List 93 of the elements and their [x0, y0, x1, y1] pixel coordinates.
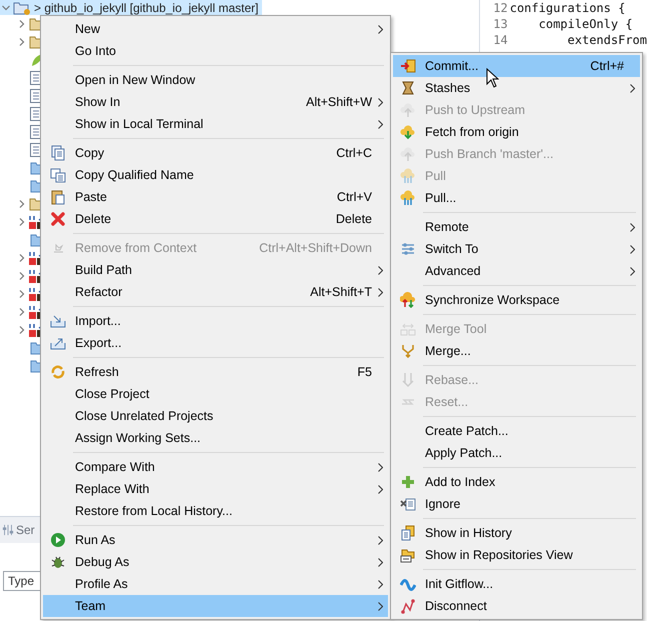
commit-icon [400, 58, 416, 74]
chevron-icon[interactable] [18, 272, 26, 280]
menu-item[interactable]: Merge... [393, 340, 640, 362]
menu-item[interactable]: Init Gitflow... [393, 573, 640, 595]
code-line: compileOnly { [538, 17, 633, 33]
clipboard-icon [50, 189, 66, 205]
menu-item[interactable]: Open in New Window [43, 69, 388, 91]
folder-icon [13, 0, 31, 14]
merge-tool-icon [400, 321, 416, 337]
menu-item[interactable]: Switch To [393, 238, 640, 260]
menu-item[interactable]: Copy Qualified Name [43, 164, 388, 186]
disconnect-icon [400, 598, 416, 614]
menu-item[interactable]: Export... [43, 332, 388, 354]
menu-item[interactable]: Fetch from origin [393, 121, 640, 143]
chevron-icon[interactable] [18, 254, 26, 262]
cloud-download-icon [400, 124, 416, 140]
chevron-icon[interactable] [18, 308, 26, 316]
menu-item[interactable]: Profile As [43, 573, 388, 595]
chevron-icon[interactable] [18, 38, 26, 46]
chevron-icon[interactable] [18, 290, 26, 298]
line-number: 13 [492, 17, 509, 33]
copy-icon [50, 145, 66, 161]
menu-item[interactable]: Run As [43, 529, 388, 551]
file-icon [30, 107, 42, 121]
menu-item[interactable]: Show in Local Terminal [43, 113, 388, 135]
line-number: 14 [492, 33, 509, 49]
menu-item[interactable]: Pull... [393, 187, 640, 209]
menu-item[interactable]: Advanced [393, 260, 640, 282]
code-line: configurations { [510, 1, 626, 17]
repository-icon [400, 547, 416, 563]
ignore-icon [400, 496, 416, 512]
file-icon [30, 125, 42, 139]
pull-icon [400, 190, 416, 206]
menu-item[interactable]: Assign Working Sets... [43, 427, 388, 449]
file-icon [30, 71, 42, 85]
menu-item[interactable]: Team [43, 595, 388, 617]
menu-item[interactable]: Compare With [43, 456, 388, 478]
stash-icon [400, 80, 416, 96]
copy-icon [50, 167, 66, 183]
menu-item[interactable]: Delete Delete [43, 208, 388, 230]
menu-item[interactable]: Apply Patch... [393, 442, 640, 464]
menu-item[interactable]: Replace With [43, 478, 388, 500]
menu-item[interactable]: Show In Alt+Shift+W [43, 91, 388, 113]
servers-icon [2, 523, 14, 537]
pointer-icon [486, 68, 499, 88]
menu-item[interactable]: Go Into [43, 40, 388, 62]
menu-item[interactable]: Stashes [393, 77, 640, 99]
menu-item[interactable]: Debug As [43, 551, 388, 573]
chevron-icon[interactable] [18, 326, 26, 334]
menu-item[interactable]: Synchronize Workspace [393, 289, 640, 311]
wave-icon [400, 576, 416, 592]
menu-item[interactable]: Refactor Alt+Shift+T [43, 281, 388, 303]
run-icon [50, 532, 66, 548]
plus-icon [400, 474, 416, 490]
switch-icon [400, 241, 416, 257]
menu-item[interactable]: Restore from Local History... [43, 500, 388, 522]
tree-row[interactable]: > github_io_jekyll [github_io_jekyll master] [0, 0, 262, 15]
menu-item[interactable]: Add to Index [393, 471, 640, 493]
history-icon [400, 525, 416, 541]
code-line: extendsFrom [566, 33, 647, 49]
menu-item[interactable]: Copy Ctrl+C [43, 142, 388, 164]
menu-item[interactable]: Close Unrelated Projects [43, 405, 388, 427]
pull-icon [400, 168, 416, 184]
menu-item[interactable]: Commit... Ctrl+# [393, 55, 640, 77]
menu-item[interactable]: Show in History [393, 522, 640, 544]
menu-item[interactable]: Remote [393, 216, 640, 238]
menu-item[interactable]: Import... [43, 310, 388, 332]
tab-label[interactable]: Ser [16, 523, 35, 537]
file-icon [30, 143, 42, 157]
menu-item[interactable]: Create Patch... [393, 420, 640, 442]
menu-item[interactable]: Close Project [43, 383, 388, 405]
import-icon [50, 313, 66, 329]
chevron-icon[interactable] [18, 20, 26, 28]
expand-icon[interactable] [2, 4, 10, 12]
menu-item[interactable]: Ignore [393, 493, 640, 515]
merge-icon [400, 343, 416, 359]
file-icon [30, 89, 42, 103]
menu-item[interactable]: Show in Repositories View [393, 544, 640, 566]
menu-item[interactable]: New [43, 18, 388, 40]
line-number: 12 [492, 1, 509, 17]
delete-icon [50, 211, 66, 227]
cloud-upload-icon [400, 146, 416, 162]
rebase-icon [400, 372, 416, 388]
menu-item[interactable]: Build Path [43, 259, 388, 281]
bug-icon [50, 554, 66, 570]
sync-icon [400, 292, 416, 308]
cloud-upload-icon [400, 102, 416, 118]
menu-item[interactable]: Disconnect [393, 595, 640, 617]
chevron-icon[interactable] [18, 218, 26, 226]
chevron-icon[interactable] [18, 200, 26, 208]
menu-item[interactable]: Paste Ctrl+V [43, 186, 388, 208]
menu-item[interactable]: Refresh F5 [43, 361, 388, 383]
refresh-icon [50, 364, 66, 380]
